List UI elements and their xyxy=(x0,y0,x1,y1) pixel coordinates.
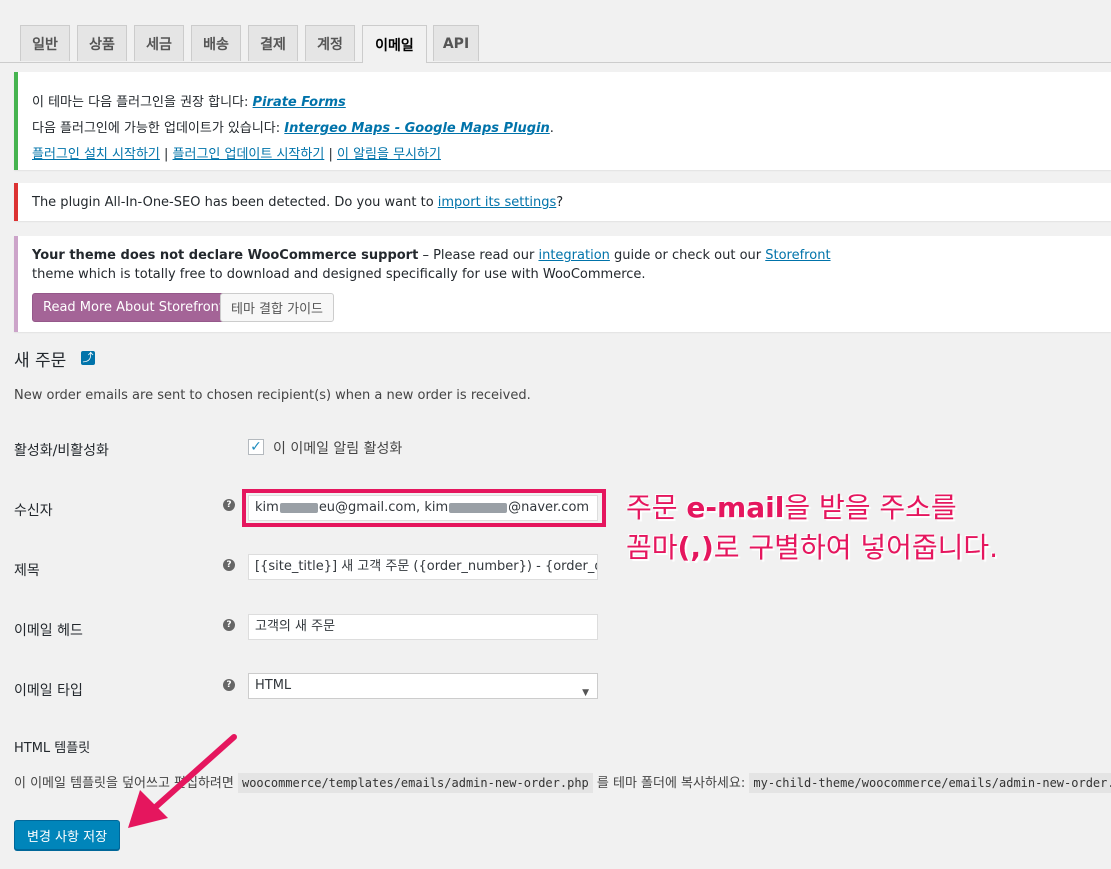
intergeo-maps-link[interactable]: Intergeo Maps - Google Maps Plugin xyxy=(284,121,549,136)
install-plugins-link[interactable]: 플러그인 설치 시작하기 xyxy=(32,147,160,162)
notice-actions: 플러그인 설치 시작하기 | 플러그인 업데이트 시작하기 | 이 알림을 무시… xyxy=(32,147,441,162)
settings-tabs: 일반 상품 세금 배송 결제 계정 이메일 API xyxy=(0,0,1111,63)
plugin-recommend-notice: 이 테마는 다음 플러그인을 권장 합니다: Pirate Forms 다음 플… xyxy=(14,72,1111,170)
tab-checkout[interactable]: 결제 xyxy=(248,25,298,61)
seo-import-notice: The plugin All-In-One-SEO has been detec… xyxy=(14,183,1111,221)
notice-line-recommend: 이 테마는 다음 플러그인을 권장 합니다: Pirate Forms xyxy=(32,95,346,110)
help-icon[interactable]: ? xyxy=(223,679,235,691)
read-more-storefront-button[interactable]: Read More About Storefront xyxy=(32,293,236,322)
tab-api[interactable]: API xyxy=(433,25,479,61)
enable-checkbox-label[interactable]: 이 이메일 알림 활성화 xyxy=(273,438,402,458)
enable-checkbox[interactable]: ✓ xyxy=(248,439,264,455)
tab-products[interactable]: 상품 xyxy=(77,25,127,61)
save-changes-button[interactable]: 변경 사항 저장 xyxy=(14,820,121,850)
email-heading-input[interactable]: 고객의 새 주문 xyxy=(248,614,598,640)
template-path-code: woocommerce/templates/emails/admin-new-o… xyxy=(237,773,593,793)
annotation-line2: 꼼마(,)로 구별하여 넣어줍니다. xyxy=(626,531,999,564)
email-heading-label: 이메일 헤드 xyxy=(14,623,83,639)
seo-notice-text: The plugin All-In-One-SEO has been detec… xyxy=(32,195,564,210)
email-type-select[interactable]: HTML ▼ xyxy=(248,673,598,699)
theme-support-notice: Your theme does not declare WooCommerce … xyxy=(14,236,1111,332)
pirate-forms-link[interactable]: Pirate Forms xyxy=(253,95,346,110)
theme-integration-guide-button[interactable]: 테마 결합 가이드 xyxy=(220,293,334,322)
tab-shipping[interactable]: 배송 xyxy=(191,25,241,61)
storefront-link[interactable]: Storefront xyxy=(765,248,830,263)
annotation-highlight-box xyxy=(242,489,606,527)
subject-label: 제목 xyxy=(14,563,40,579)
tab-tax[interactable]: 세금 xyxy=(134,25,184,61)
annotation-line1: 주문 e-mail을 받을 주소를 xyxy=(626,491,957,524)
checkmark-icon: ✓ xyxy=(250,439,262,455)
theme-notice-line1: Your theme does not declare WooCommerce … xyxy=(32,248,831,263)
enable-label: 활성화/비활성화 xyxy=(14,443,109,459)
template-title: HTML 템플릿 xyxy=(14,741,91,756)
help-icon[interactable]: ? xyxy=(223,619,235,631)
page-title: 새 주문 xyxy=(14,351,67,371)
theme-notice-line2: theme which is totally free to download … xyxy=(32,267,646,282)
theme-path-code: my-child-theme/woocommerce/emails/admin-… xyxy=(749,773,1111,793)
tab-account[interactable]: 계정 xyxy=(305,25,355,61)
subject-input[interactable]: [{site_title}] 새 고객 주문 ({order_number}) … xyxy=(248,554,598,580)
dismiss-notice-link[interactable]: 이 알림을 무시하기 xyxy=(337,147,441,162)
section-description: New order emails are sent to chosen reci… xyxy=(14,388,531,403)
recipient-label: 수신자 xyxy=(14,503,53,519)
import-settings-link[interactable]: import its settings xyxy=(438,195,557,210)
notice-line-update: 다음 플러그인에 가능한 업데이트가 있습니다: Intergeo Maps -… xyxy=(32,121,554,136)
back-up-icon[interactable]: ⤴ xyxy=(81,351,95,365)
help-icon[interactable]: ? xyxy=(223,499,235,511)
dropdown-arrow-icon: ▼ xyxy=(582,688,589,698)
template-instructions: 이 이메일 템플릿을 덮어쓰고 편집하려면 woocommerce/templa… xyxy=(14,772,1111,793)
email-type-label: 이메일 타입 xyxy=(14,683,83,699)
help-icon[interactable]: ? xyxy=(223,559,235,571)
tab-general[interactable]: 일반 xyxy=(20,25,70,61)
tab-email[interactable]: 이메일 xyxy=(362,25,427,63)
update-plugins-link[interactable]: 플러그인 업데이트 시작하기 xyxy=(173,147,325,162)
integration-link[interactable]: integration xyxy=(538,248,609,263)
